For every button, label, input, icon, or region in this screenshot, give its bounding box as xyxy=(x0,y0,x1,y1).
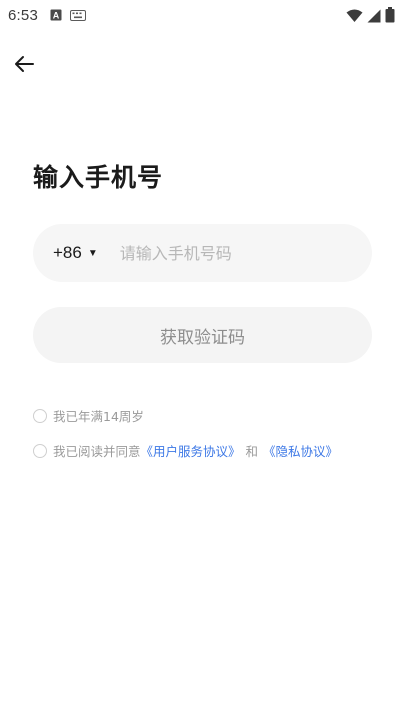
and-text: 和 xyxy=(245,444,259,459)
caret-down-icon: ▼ xyxy=(87,247,98,259)
user-agreement-link[interactable]: 《用户服务协议》 xyxy=(141,441,241,460)
agreement-radio[interactable] xyxy=(33,443,47,458)
get-code-button[interactable]: 获取验证码 xyxy=(33,307,372,363)
status-right-icons xyxy=(346,7,395,27)
svg-text:A: A xyxy=(53,10,60,20)
country-code-label: +86 xyxy=(53,243,82,262)
arrow-left-icon xyxy=(13,55,35,77)
wifi-icon xyxy=(346,8,363,27)
page-title: 输入手机号 xyxy=(33,163,164,192)
phone-input[interactable] xyxy=(119,243,340,263)
agreement-check-row: 我已阅读并同意 《用户服务协议》 和 《隐私协议》 xyxy=(33,441,338,460)
a-app-icon: A xyxy=(50,6,62,25)
country-code-selector[interactable]: +86 ▼ xyxy=(53,243,98,263)
age-check-row: 我已年满14周岁 xyxy=(33,406,144,425)
keyboard-icon xyxy=(70,6,86,25)
status-time: 6:53 xyxy=(8,6,38,24)
age-label: 我已年满14周岁 xyxy=(53,409,144,424)
agree-prefix: 我已阅读并同意 xyxy=(53,444,141,459)
phone-field: +86 ▼ xyxy=(33,224,372,282)
privacy-link[interactable]: 《隐私协议》 xyxy=(263,441,338,460)
status-left-icons: A xyxy=(50,6,86,25)
status-bar: 6:53 A xyxy=(0,0,405,30)
battery-icon xyxy=(385,7,395,27)
age-radio[interactable] xyxy=(33,408,47,423)
signal-icon xyxy=(367,8,381,27)
back-button[interactable] xyxy=(10,52,38,80)
